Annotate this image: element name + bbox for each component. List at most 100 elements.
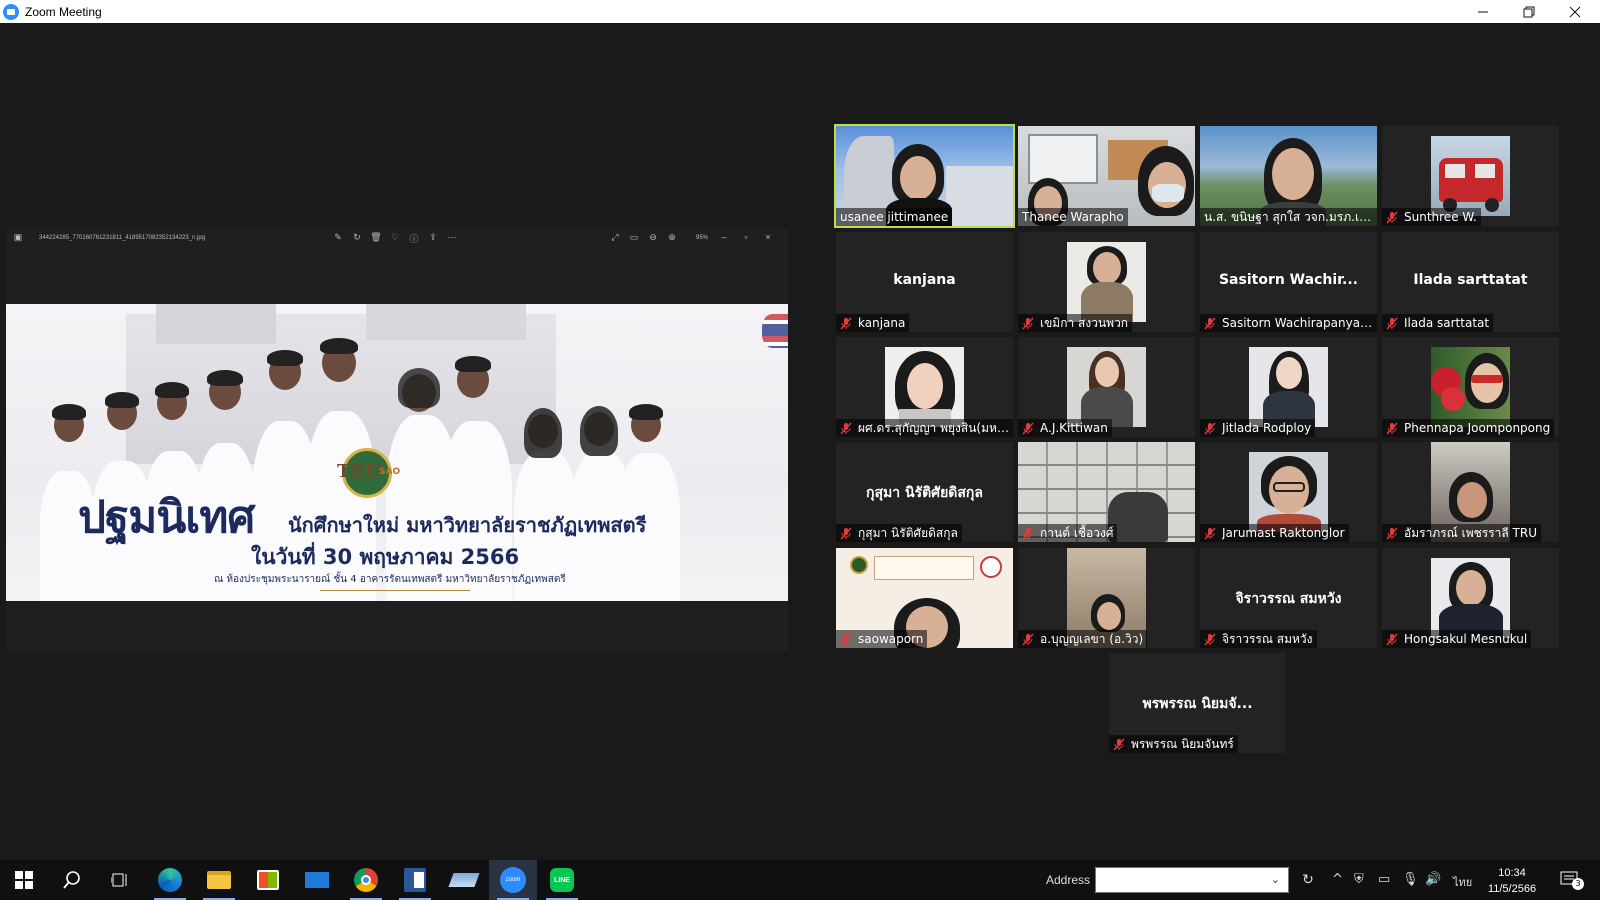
show-hidden-icons-button[interactable]: ^ [1332, 872, 1343, 887]
participant-name: กานต์ เชื้อวงศ์ [1040, 525, 1114, 540]
taskbar-word[interactable] [391, 860, 439, 900]
clock-date: 11/5/2566 [1487, 883, 1537, 895]
participant-name-bar: A.J.Kittiwan [1018, 419, 1112, 437]
delete-icon[interactable]: 🗑 [370, 232, 382, 243]
mic-muted-icon [1113, 738, 1125, 750]
taskbar-zoom[interactable]: zoom [489, 860, 537, 900]
microphone-icon[interactable]: 🎙 [1402, 872, 1419, 887]
mic-muted-icon [1022, 422, 1034, 434]
participant-tile-17[interactable]: อ.บุญญเลขา (อ.วิว) [1018, 548, 1195, 648]
participant-tile-14[interactable]: Jarumast Raktonglor [1200, 442, 1377, 542]
participant-name-bar: Jitlada Rodploy [1200, 419, 1316, 437]
participant-name-bar: saowaporn [836, 630, 928, 648]
participant-tile-9[interactable]: A.J.Kittiwan [1018, 337, 1195, 437]
line-app-icon: LINE [550, 868, 574, 892]
address-refresh-button[interactable]: ↻ [1296, 867, 1320, 893]
favorite-icon[interactable]: ♡ [389, 232, 401, 243]
participant-tile-12[interactable]: กุสุมา นิรัติศัยดิสกุล กุสุมา นิรัติศัยด… [836, 442, 1013, 542]
network-icon[interactable]: ▭ [1378, 872, 1390, 887]
participant-name: น.ส. ขนิษฐา สุกใส วจก.มรภ.เทพ... [1204, 209, 1373, 224]
edge-icon [158, 868, 182, 892]
search-button[interactable] [48, 860, 96, 900]
participant-tile-13[interactable]: กานต์ เชื้อวงศ์ [1018, 442, 1195, 542]
participant-display-name: kanjana [893, 272, 956, 288]
participant-tile-16[interactable]: saowaporn [836, 548, 1013, 648]
windows-taskbar: zoom LINE Address ⌄ ↻ ^ ⛨ ▭ 🎙 🔊 ไทย 10:3… [0, 860, 1600, 900]
task-view-button[interactable] [96, 860, 144, 900]
participant-tile-7[interactable]: Ilada sarttatat Ilada sarttatat [1382, 232, 1559, 332]
participant-name-bar: จิราวรรณ สมหวัง [1200, 630, 1317, 648]
participant-tile-2[interactable]: น.ส. ขนิษฐา สุกใส วจก.มรภ.เทพ... [1200, 126, 1377, 226]
participant-tile-20[interactable]: พรพรรณ นิยมจั... พรพรรณ นิยมจันทร์ [1109, 653, 1286, 753]
participant-display-name: พรพรรณ นิยมจั... [1142, 696, 1253, 712]
participant-tile-8[interactable]: ผศ.ดร.สุกัญญา พยุงสิน(มหา... [836, 337, 1013, 437]
zoom-out-icon[interactable]: ⊖ [647, 232, 659, 243]
participant-display-name: Sasitorn Wachir... [1218, 272, 1359, 288]
participant-tile-6[interactable]: Sasitorn Wachir... Sasitorn Wachirapanya… [1200, 232, 1377, 332]
fullscreen-icon[interactable]: ⤢ [609, 232, 621, 243]
participant-tile-18[interactable]: จิราวรรณ สมหวัง จิราวรรณ สมหวัง [1200, 548, 1377, 648]
mic-muted-icon [1386, 211, 1398, 223]
taskbar-edge[interactable] [146, 860, 194, 900]
university-logo: TRU SAO [337, 448, 400, 498]
participant-tile-11[interactable]: Phennapa Joomponpong [1382, 337, 1559, 437]
participant-tile-10[interactable]: Jitlada Rodploy [1200, 337, 1377, 437]
system-clock[interactable]: 10:34 11/5/2566 [1480, 865, 1544, 897]
participant-tile-4[interactable]: kanjana kanjana [836, 232, 1013, 332]
participant-tile-1[interactable]: Thanee Warapho [1018, 126, 1195, 226]
participant-name-bar: ผศ.ดร.สุกัญญา พยุงสิน(มหา... [836, 419, 1013, 437]
start-button[interactable] [0, 860, 48, 900]
viewer-minimize-icon[interactable]: – [718, 232, 730, 242]
participant-name-bar: พรพรรณ นิยมจันทร์ [1109, 735, 1238, 753]
participant-name: A.J.Kittiwan [1040, 421, 1108, 435]
share-icon[interactable]: ⇪ [427, 232, 439, 243]
notification-center-button[interactable]: 3 [1560, 870, 1584, 890]
restore-button[interactable] [1506, 0, 1552, 23]
photos-app-icon: ▣ [13, 232, 23, 242]
zoom-meeting-window: Zoom Meeting ▣ 344224285_770160761231811… [0, 0, 1600, 900]
participant-name: พรพรรณ นิยมจันทร์ [1131, 736, 1234, 751]
taskbar-chrome[interactable] [342, 860, 390, 900]
mail-icon [305, 872, 329, 888]
taskbar-scanner[interactable] [440, 860, 488, 900]
address-input[interactable]: ⌄ [1095, 867, 1289, 893]
zoom-in-icon[interactable]: ⊕ [666, 232, 678, 243]
input-language[interactable]: ไทย [1453, 873, 1472, 891]
shared-screen[interactable]: ▣ 344224285_770160761231811_418951708235… [6, 229, 788, 651]
security-icon[interactable]: ⛨ [1354, 872, 1364, 887]
participant-tile-19[interactable]: Hongsakul Mesnukul [1382, 548, 1559, 648]
mic-muted-icon [840, 422, 852, 434]
taskbar-mail[interactable] [293, 860, 341, 900]
address-toolbar-label: Address [1046, 873, 1091, 887]
minimize-icon [1478, 11, 1488, 12]
close-button[interactable] [1552, 0, 1598, 23]
restore-icon [1523, 6, 1535, 17]
participant-tile-3[interactable]: Sunthree W. [1382, 126, 1559, 226]
clock-time: 10:34 [1498, 867, 1526, 879]
volume-icon[interactable]: 🔊 [1425, 872, 1441, 887]
mic-muted-icon [1204, 422, 1216, 434]
participant-tile-15[interactable]: อัมราภรณ์ เพชรราลี TRU [1382, 442, 1559, 542]
chevron-down-icon[interactable]: ⌄ [1271, 873, 1280, 886]
taskbar-line[interactable]: LINE [538, 860, 586, 900]
participant-name: kanjana [858, 316, 906, 330]
rotate-icon[interactable]: ↻ [351, 232, 363, 243]
participant-tile-0[interactable]: usanee jittimanee [834, 124, 1015, 228]
participant-name-bar: Jarumast Raktonglor [1200, 524, 1349, 542]
participant-name-bar: Hongsakul Mesnukul [1382, 630, 1532, 648]
participant-name: กุสุมา นิรัติศัยดิสกุล [858, 525, 958, 540]
more-icon[interactable]: ⋯ [446, 232, 458, 243]
taskbar-store[interactable] [244, 860, 292, 900]
minimize-button[interactable] [1460, 0, 1506, 23]
participant-name: Jitlada Rodploy [1222, 421, 1312, 435]
info-icon[interactable]: ⓘ [408, 232, 420, 245]
participant-name-bar: เขมิกา สงวนพวก [1018, 314, 1133, 332]
viewer-maximize-icon[interactable]: ▫ [740, 232, 752, 242]
edit-icon[interactable]: ✎ [332, 232, 344, 243]
taskbar-file-explorer[interactable] [195, 860, 243, 900]
slideshow-icon[interactable]: ▭ [628, 232, 640, 243]
participant-tile-5[interactable]: เขมิกา สงวนพวก [1018, 232, 1195, 332]
orientation-banner-image: TRU SAO ปฐมนิเทศ นักศึกษาใหม่ มหาวิทยาลัย… [6, 304, 788, 601]
participant-name-bar: อ.บุญญเลขา (อ.วิว) [1018, 630, 1148, 648]
viewer-close-icon[interactable]: × [762, 232, 774, 242]
